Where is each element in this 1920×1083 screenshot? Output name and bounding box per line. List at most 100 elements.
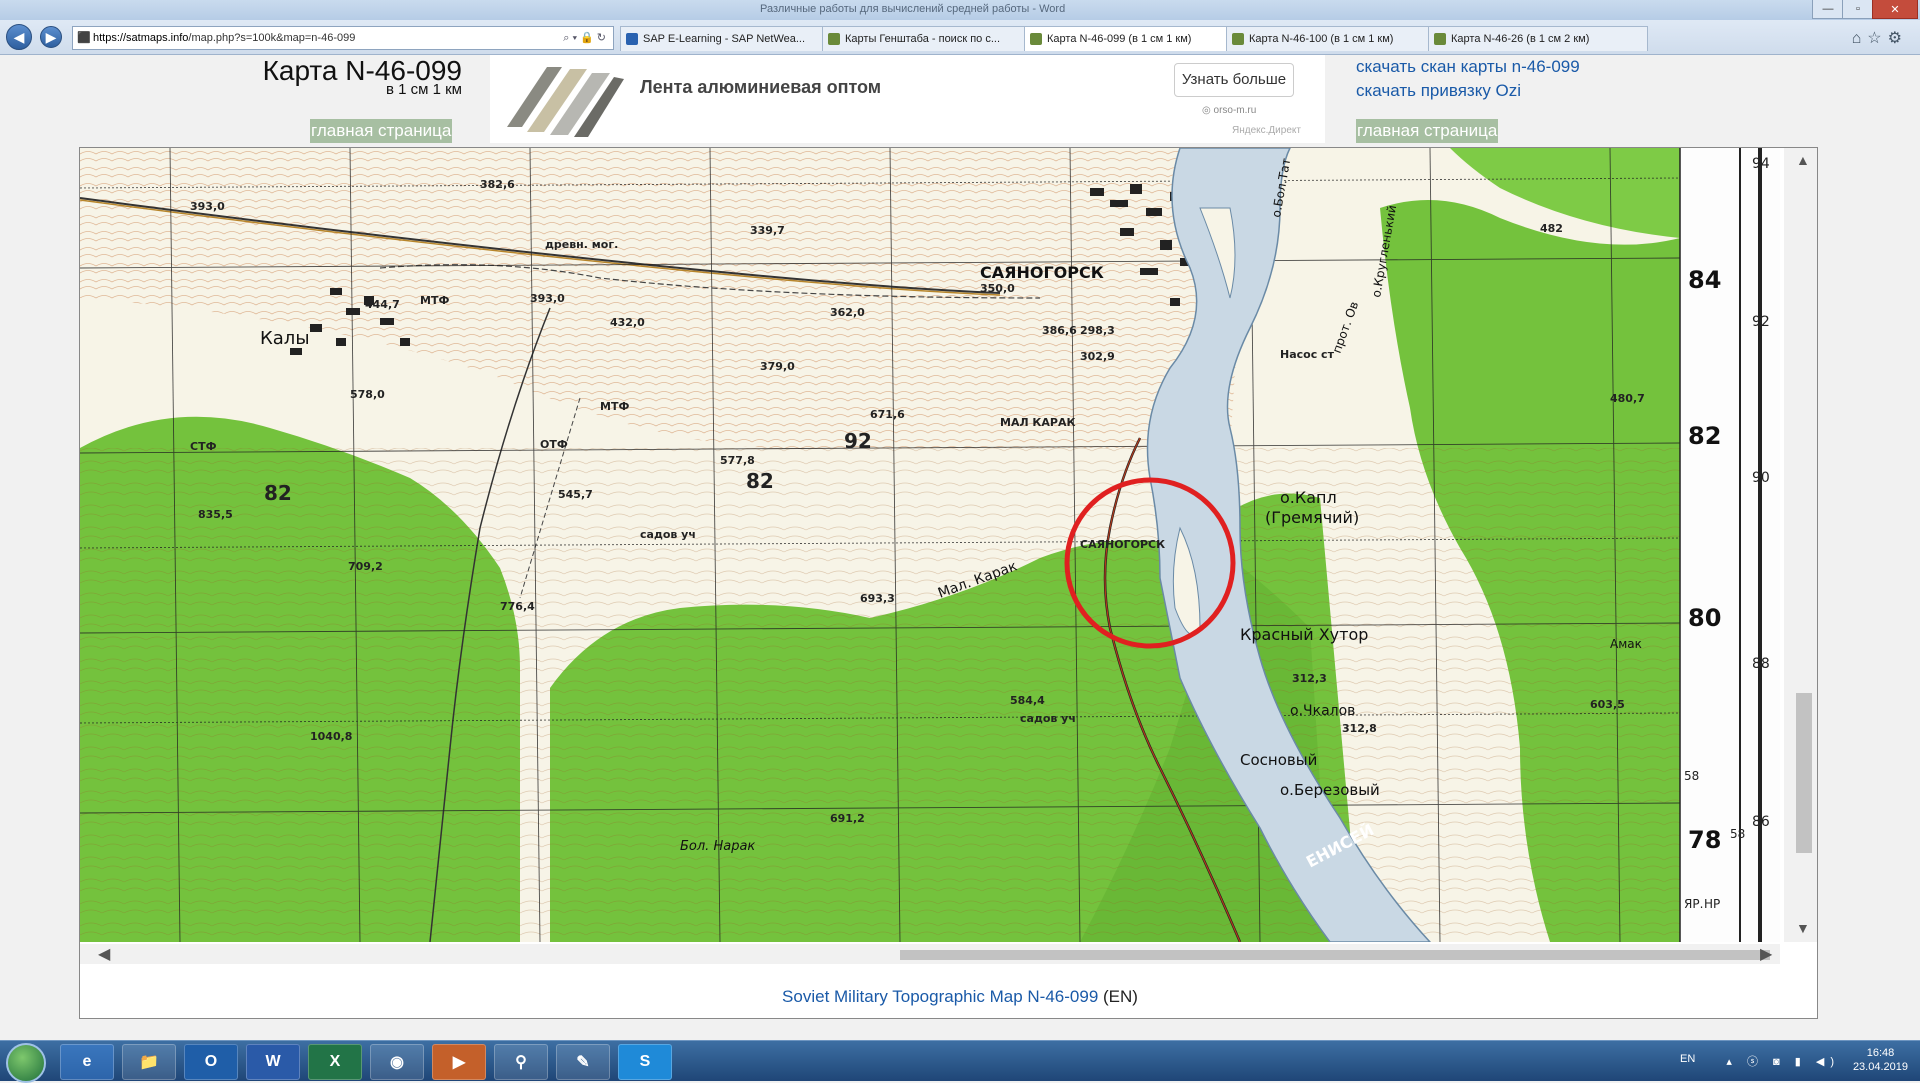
corner-label: 58 [1684, 769, 1699, 783]
address-url: https://satmaps.info/map.php?s=100k&map=… [93, 32, 356, 44]
svg-text:САЯНОГОРСК: САЯНОГОРСК [980, 263, 1104, 282]
map-favicon-icon [1434, 33, 1446, 45]
browser-toolbar-icons[interactable]: ⌂☆⚙ [1852, 28, 1908, 48]
elevation-label: 350,0 [980, 282, 1015, 295]
elevation-label: 693,3 [860, 592, 895, 605]
svg-text:Сосновый: Сосновый [1240, 751, 1317, 769]
tab-n-46-26[interactable]: Карта N-46-26 (в 1 см 2 км) [1428, 26, 1648, 51]
close-window-button[interactable]: ✕ [1872, 0, 1918, 19]
maximize-button[interactable]: ▫ [1842, 0, 1874, 19]
scroll-right-arrow-icon[interactable]: ▶ [1760, 944, 1772, 964]
map-scale-text: в 1 см 1 км [385, 81, 462, 98]
system-tray-icons[interactable]: ▴ ⓢ ◙ ▮ ◀) [1726, 1053, 1840, 1069]
svg-text:САЯНОГОРСК: САЯНОГОРСК [1080, 538, 1165, 551]
language-indicator[interactable]: EN [1680, 1053, 1695, 1065]
elevation-label: 709,2 [348, 560, 383, 573]
start-button[interactable] [6, 1043, 46, 1083]
home-link-left[interactable]: главная страница [310, 119, 453, 143]
elevation-label: 577,8 [720, 454, 755, 467]
corner-label: 58 [1730, 827, 1745, 841]
svg-text:СТФ: СТФ [190, 440, 217, 453]
elevation-label: 545,7 [558, 488, 593, 501]
elevation-label: 584,4 [1010, 694, 1045, 707]
tab-n-46-099[interactable]: Карта N-46-099 (в 1 см 1 км) × [1024, 26, 1244, 51]
elevation-label: 362,0 [830, 306, 865, 319]
taskbar-word-icon[interactable]: W [246, 1044, 300, 1080]
horizontal-scroll-thumb[interactable] [900, 950, 1770, 960]
sheet-number-label: 94 [1752, 156, 1770, 172]
elevation-label: 480,7 [1610, 392, 1645, 405]
taskbar-excel-icon[interactable]: X [308, 1044, 362, 1080]
map-favicon-icon [1030, 33, 1042, 45]
svg-text:садов уч: садов уч [1020, 712, 1076, 725]
download-ozi-link[interactable]: скачать привязку Ozi [1356, 81, 1521, 101]
elevation-label: 776,4 [500, 600, 535, 613]
svg-text:Красный Хутор: Красный Хутор [1240, 625, 1368, 644]
vertical-scroll-thumb[interactable] [1796, 693, 1812, 853]
scroll-down-arrow-icon[interactable]: ▼ [1796, 920, 1810, 936]
grid-number-label: 92 [844, 429, 872, 453]
sap-favicon-icon [626, 33, 638, 45]
svg-text:о.Березовый: о.Березовый [1280, 781, 1380, 799]
sheet-number-label: 88 [1752, 656, 1770, 672]
taskbar-snipping-icon[interactable]: ⚲ [494, 1044, 548, 1080]
download-scan-link[interactable]: скачать скан карты n-46-099 [1356, 57, 1580, 77]
address-tools-icon[interactable]: ⌕▾🔒↻ [563, 27, 609, 49]
tab-n-46-100[interactable]: Карта N-46-100 (в 1 см 1 км) [1226, 26, 1446, 51]
elevation-label: 671,6 [870, 408, 905, 421]
svg-text:ОТФ: ОТФ [540, 438, 568, 451]
topographic-map[interactable]: МТФ МТФ ОТФ СТФ садов уч садов уч древн.… [80, 148, 1780, 942]
window-titlebar: Различные работы для вычислений средней … [0, 0, 1920, 20]
clock-date: 23.04.2019 [1852, 1061, 1908, 1073]
elevation-label: 302,9 [1080, 350, 1115, 363]
ad-learn-more-button[interactable]: Узнать больше [1174, 63, 1294, 97]
taskbar-paint-icon[interactable]: ✎ [556, 1044, 610, 1080]
taskbar-media-icon[interactable]: ▶ [432, 1044, 486, 1080]
taskbar-explorer-icon[interactable]: 📁 [122, 1044, 176, 1080]
ad-image [492, 57, 627, 142]
tab-sap-elearning[interactable]: SAP E-Learning - SAP NetWea... [620, 26, 840, 51]
elevation-label: 432,0 [610, 316, 645, 329]
taskbar-ie-icon[interactable]: e [60, 1044, 114, 1080]
scroll-left-arrow-icon[interactable]: ◀ [98, 944, 110, 964]
page-content: Карта N-46-099 в 1 см 1 км главная стран… [0, 55, 1920, 1040]
clock-time: 16:48 [1866, 1047, 1895, 1059]
browser-toolbar: ◀ ▶ ⬛ https://satmaps.info/map.php?s=100… [0, 20, 1920, 55]
footer-line: Soviet Military Topographic Map N-46-099… [0, 987, 1920, 1007]
svg-text:Бол. Нарак: Бол. Нарак [680, 839, 755, 854]
system-clock[interactable]: 16:48 23.04.2019 [1853, 1046, 1908, 1074]
svg-text:МТФ: МТФ [420, 294, 449, 307]
tab-genshtab[interactable]: Карты Генштаба - поиск по с... [822, 26, 1042, 51]
taskbar-chrome-icon[interactable]: ◉ [370, 1044, 424, 1080]
advertisement-banner[interactable]: Лента алюминиевая оптом Узнать больше ◎ … [490, 55, 1325, 143]
corner-label: НР [1704, 897, 1720, 911]
address-bar[interactable]: ⬛ https://satmaps.info/map.php?s=100k&ma… [72, 26, 614, 50]
svg-text:древн. мог.: древн. мог. [545, 238, 618, 251]
back-button[interactable]: ◀ [6, 24, 32, 50]
footer-en-link[interactable]: Soviet Military Topographic Map N-46-099 [782, 987, 1098, 1006]
grid-number-label: 78 [1688, 826, 1721, 854]
svg-text:МАЛ КАРАК: МАЛ КАРАК [1000, 416, 1076, 429]
map-horizontal-scrollbar[interactable]: ◀ ▶ [80, 944, 1780, 964]
elevation-label: 444,7 [365, 298, 400, 311]
taskbar-skype-icon[interactable]: S [618, 1044, 672, 1080]
window-title: Различные работы для вычислений средней … [760, 3, 1066, 15]
map-canvas[interactable]: МТФ МТФ ОТФ СТФ садов уч садов уч древн.… [80, 148, 1780, 942]
minimize-button[interactable]: — [1812, 0, 1844, 19]
map-vertical-scrollbar[interactable]: ▲ ▼ [1784, 148, 1817, 942]
svg-text:о.Капл: о.Капл [1280, 488, 1337, 507]
elevation-label: 393,0 [190, 200, 225, 213]
elevation-label: 386,6 [1042, 324, 1077, 337]
svg-text:Калы: Калы [260, 328, 310, 349]
scroll-up-arrow-icon[interactable]: ▲ [1796, 152, 1810, 168]
grid-number-label: 82 [746, 469, 774, 493]
sheet-number-label: 90 [1752, 470, 1770, 486]
taskbar-outlook-icon[interactable]: O [184, 1044, 238, 1080]
forward-button[interactable]: ▶ [40, 26, 62, 48]
ad-headline[interactable]: Лента алюминиевая оптом [640, 77, 881, 98]
elevation-label: 298,3 [1080, 324, 1115, 337]
home-link-right[interactable]: главная страница [1356, 119, 1499, 143]
grid-number-label: 82 [264, 481, 292, 505]
svg-text:о.Чкалов: о.Чкалов [1290, 703, 1355, 719]
grid-number-label: 80 [1688, 604, 1721, 632]
